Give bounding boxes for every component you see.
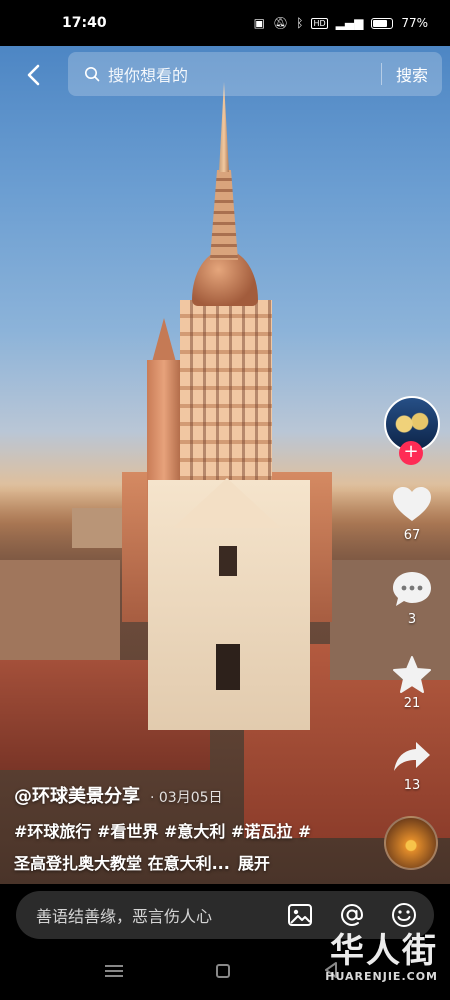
battery-icon (371, 17, 394, 29)
expand-button[interactable]: 展开 (238, 854, 270, 873)
comment-button[interactable] (392, 570, 432, 608)
description-text: 圣高登扎奥大教堂 在意大利... (14, 854, 230, 873)
watermark-text: HUARENJIE.COM (325, 970, 438, 983)
like-count: 67 (403, 528, 421, 543)
star-icon (393, 656, 431, 693)
status-time: 17:40 (62, 15, 107, 31)
building (0, 560, 120, 660)
image-icon[interactable] (286, 901, 314, 929)
hd-icon: HD (311, 17, 328, 29)
search-bar[interactable]: 搜你想看的 搜索 (68, 52, 442, 96)
heart-icon (393, 487, 431, 521)
at-icon[interactable] (338, 901, 366, 929)
status-bar: 17:40 ▣ 🔕︎ ᛒ HD ▂▄▆ 77% (0, 0, 450, 46)
battery-level: 77% (401, 16, 428, 30)
watermark-logo: 华人街 (330, 931, 438, 971)
comment-input[interactable]: 善语结善缘，恶言伤人心 (36, 903, 262, 927)
emoji-icon[interactable] (390, 901, 418, 929)
author-name[interactable]: @环球美景分享 (14, 782, 140, 808)
comment-count: 3 (407, 612, 417, 627)
5g-signal-icon: ▂▄▆ (335, 16, 364, 30)
bluetooth-icon: ᛒ (296, 16, 304, 30)
share-count: 13 (403, 778, 421, 793)
like-button[interactable] (392, 486, 432, 524)
post-date: · 03月05日 (150, 790, 223, 806)
cathedral-door (216, 644, 240, 690)
follow-button[interactable]: + (399, 441, 423, 465)
video-player-screen: 17:40 ▣ 🔕︎ ᛒ HD ▂▄▆ 77% 搜你想看的 搜索 + 67 3 … (0, 0, 450, 1000)
nfc-icon: ▣ (253, 16, 266, 30)
favorite-button[interactable] (392, 656, 432, 694)
share-button[interactable] (392, 738, 432, 776)
favorite-count: 21 (403, 696, 421, 711)
back-button[interactable] (22, 62, 46, 88)
music-disc-icon[interactable] (384, 816, 438, 870)
search-divider (380, 63, 382, 85)
search-button[interactable]: 搜索 (396, 62, 428, 86)
cathedral-window (219, 546, 237, 576)
chevron-left-icon (27, 64, 40, 86)
recent-apps-button[interactable] (105, 962, 123, 978)
comment-icon (393, 572, 431, 606)
search-input[interactable]: 搜你想看的 (108, 62, 381, 86)
hashtags[interactable]: #环球旅行 #看世界 #意大利 #诺瓦拉 # (14, 818, 374, 842)
status-icons: ▣ 🔕︎ ᛒ HD ▂▄▆ 77% (254, 16, 428, 30)
site-watermark: 华人街 HUARENJIE.COM (308, 932, 438, 983)
home-button[interactable] (216, 964, 230, 978)
video-caption: @环球美景分享 · 03月05日 #环球旅行 #看世界 #意大利 #诺瓦拉 # … (14, 782, 374, 874)
share-arrow-icon (394, 742, 430, 771)
description-line: 圣高登扎奥大教堂 在意大利... 展开 (14, 850, 374, 874)
search-icon (85, 67, 100, 82)
mute-icon: 🔕︎ (273, 16, 289, 30)
cathedral-drum (180, 300, 272, 480)
